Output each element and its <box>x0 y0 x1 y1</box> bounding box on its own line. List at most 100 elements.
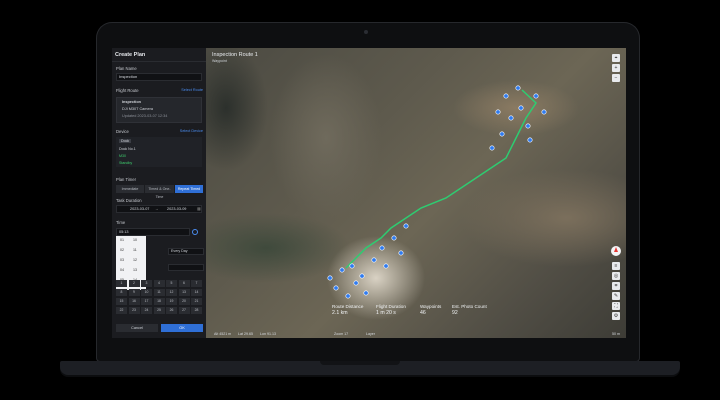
divider <box>112 61 206 62</box>
compass-icon[interactable]: ⌖ <box>612 54 620 62</box>
waypoint-marker[interactable] <box>379 245 385 251</box>
day-cell[interactable]: 28 <box>191 307 202 314</box>
zoom-out-icon[interactable]: − <box>612 74 620 82</box>
day-cell[interactable]: 13 <box>178 289 190 296</box>
waypoint-marker[interactable] <box>503 93 509 99</box>
ok-button[interactable]: OK <box>161 324 203 332</box>
select-device-link[interactable]: Select Device <box>180 129 203 133</box>
waypoint-marker[interactable] <box>489 145 495 151</box>
date-range-input[interactable]: 2023-03-07 → 2023-03-09 ▦ <box>116 205 202 213</box>
route-card[interactable]: Inspection DJI M30T Camera Updated 2023-… <box>116 97 202 123</box>
waypoint-marker[interactable] <box>541 109 547 115</box>
day-cell[interactable]: 5 <box>166 280 177 287</box>
waypoint-marker[interactable] <box>349 263 355 269</box>
day-cell[interactable]: 11 <box>153 289 165 296</box>
day-cell[interactable]: 24 <box>141 307 152 314</box>
waypoint-marker[interactable] <box>495 109 501 115</box>
status-layer[interactable]: Layer <box>366 332 375 336</box>
plan-name-label: Plan Name <box>116 66 137 71</box>
timer-immediate[interactable]: Immediate <box>116 185 144 193</box>
timer-repeat[interactable]: Repeat Timed <box>175 185 203 193</box>
select-route-link[interactable]: Select Route <box>181 88 203 92</box>
waypoint-marker[interactable] <box>371 257 377 263</box>
layers-icon[interactable]: ≡ <box>612 262 620 270</box>
hour-01[interactable]: 01 <box>120 238 124 242</box>
measure-icon[interactable]: ⌗ <box>612 282 620 290</box>
day-cell[interactable]: 26 <box>166 307 177 314</box>
day-cell[interactable]: 22 <box>116 307 127 314</box>
clock-icon[interactable] <box>192 229 198 235</box>
settings-icon[interactable]: ⚙ <box>612 312 620 320</box>
waypoint-marker[interactable] <box>515 85 521 91</box>
plan-name-input[interactable]: Inspection <box>116 73 202 81</box>
waypoint-marker[interactable] <box>508 115 514 121</box>
day-cell[interactable]: 27 <box>178 307 190 314</box>
camera-dot <box>364 30 368 34</box>
waypoint-marker[interactable] <box>333 285 339 291</box>
minute-13[interactable]: 13 <box>133 268 137 272</box>
day-cell[interactable]: 21 <box>191 298 202 305</box>
waypoint-marker[interactable] <box>383 263 389 269</box>
stat-label: Waypoints <box>420 304 442 309</box>
minute-11[interactable]: 11 <box>133 248 137 252</box>
day-cell[interactable]: 1 <box>116 280 127 287</box>
draw-icon[interactable]: ✎ <box>612 292 620 300</box>
waypoint-marker[interactable] <box>533 93 539 99</box>
waypoint-marker[interactable] <box>363 290 369 296</box>
waypoint-marker[interactable] <box>391 235 397 241</box>
waypoint-marker[interactable] <box>518 105 524 111</box>
hour-04[interactable]: 04 <box>120 268 124 272</box>
timer-one-time[interactable]: Timed & One-Time <box>145 185 174 199</box>
day-cell[interactable]: 17 <box>141 298 152 305</box>
day-cell[interactable]: 7 <box>191 280 202 287</box>
waypoint-marker[interactable] <box>345 293 351 299</box>
day-cell[interactable]: 9 <box>128 289 140 296</box>
minute-12[interactable]: 12 <box>133 258 137 262</box>
locate-icon[interactable]: ◎ <box>612 272 620 280</box>
flight-route-label: Flight Route <box>116 88 139 93</box>
status-lat: Lat 29.65 <box>238 332 253 336</box>
day-cell[interactable]: 14 <box>191 289 202 296</box>
north-arrow-icon[interactable] <box>611 246 621 256</box>
route-line <box>345 89 537 269</box>
hour-02[interactable]: 02 <box>120 248 124 252</box>
fullscreen-icon[interactable]: ⛶ <box>612 302 620 310</box>
device-status-1: M30 <box>119 154 126 158</box>
repeat-select[interactable]: Every Day <box>168 248 204 255</box>
waypoint-marker[interactable] <box>327 275 333 281</box>
calendar-icon[interactable]: ▦ <box>197 206 201 212</box>
minute-10[interactable]: 10 <box>133 238 137 242</box>
day-cell[interactable]: 18 <box>153 298 165 305</box>
map-status-bar: Alt 4521 m Lat 29.65 Lon 91.13 Zoom 17 L… <box>206 330 626 338</box>
day-cell[interactable]: 20 <box>178 298 190 305</box>
device-box[interactable]: Dock Dock No.1 M30 Standby <box>116 137 202 167</box>
cancel-button[interactable]: Cancel <box>116 324 158 332</box>
date-arrow: → <box>155 207 159 211</box>
day-cell[interactable]: 10 <box>141 289 152 296</box>
day-cell[interactable]: 23 <box>128 307 140 314</box>
waypoint-marker[interactable] <box>339 267 345 273</box>
time-input[interactable]: 05:13 <box>116 228 190 236</box>
day-cell[interactable]: 19 <box>166 298 177 305</box>
satellite-map[interactable]: Inspection Route 1 Waypoint ⌖ + − ≡ ◎ ⌗ … <box>206 48 626 338</box>
day-cell[interactable]: 15 <box>116 298 127 305</box>
waypoint-marker[interactable] <box>398 250 404 256</box>
day-cell[interactable]: 6 <box>178 280 190 287</box>
day-cell[interactable]: 8 <box>116 289 127 296</box>
waypoint-marker[interactable] <box>403 223 409 229</box>
day-cell[interactable]: 3 <box>141 280 152 287</box>
date-end: 2023-03-09 <box>167 207 187 211</box>
waypoint-marker[interactable] <box>525 123 531 129</box>
waypoint-marker[interactable] <box>359 273 365 279</box>
day-cell[interactable]: 12 <box>166 289 177 296</box>
hour-03[interactable]: 03 <box>120 258 124 262</box>
day-cell[interactable]: 25 <box>153 307 165 314</box>
day-cell[interactable]: 2 <box>128 280 140 287</box>
day-cell[interactable]: 4 <box>153 280 165 287</box>
second-select[interactable] <box>168 264 204 271</box>
waypoint-marker[interactable] <box>499 131 505 137</box>
waypoint-marker[interactable] <box>527 137 533 143</box>
waypoint-marker[interactable] <box>353 280 359 286</box>
day-cell[interactable]: 16 <box>128 298 140 305</box>
zoom-in-icon[interactable]: + <box>612 64 620 72</box>
